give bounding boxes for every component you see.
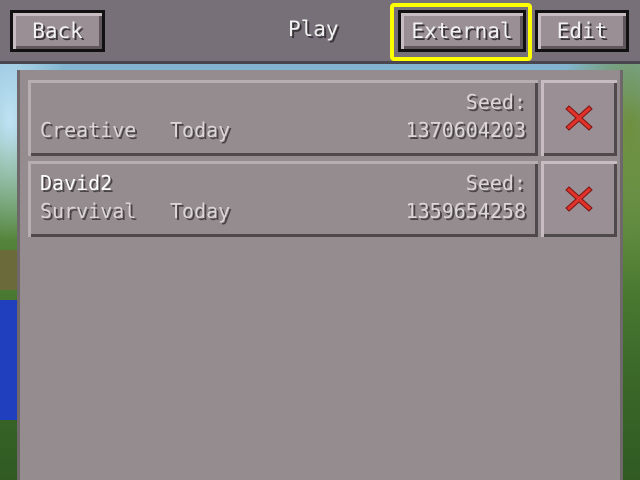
back-button[interactable]: Back: [10, 10, 105, 52]
tab-play[interactable]: Play: [288, 17, 339, 41]
delete-world-button[interactable]: [541, 80, 617, 156]
world-name: David2: [40, 171, 113, 195]
edit-button[interactable]: Edit: [535, 10, 629, 52]
world-seed-value: 1359654258: [405, 199, 526, 223]
world-seed-label: Seed:: [465, 171, 526, 195]
world-row[interactable]: David2 Survival Today Seed: 1359654258: [28, 161, 538, 237]
top-bar: Back Play External Edit: [0, 0, 640, 64]
world-date: Today: [170, 118, 231, 142]
close-icon: [565, 186, 593, 212]
delete-world-button[interactable]: [541, 161, 617, 237]
world-date: Today: [170, 199, 231, 223]
world-list[interactable]: Creative Today Seed: 1370604203 David2 S…: [17, 70, 623, 480]
world-seed-value: 1370604203: [405, 118, 526, 142]
world-seed-label: Seed:: [465, 90, 526, 114]
world-mode: Survival: [40, 199, 137, 223]
world-row[interactable]: Creative Today Seed: 1370604203: [28, 80, 538, 156]
external-button[interactable]: External: [398, 10, 526, 52]
world-mode: Creative: [40, 118, 137, 142]
close-icon: [565, 105, 593, 131]
